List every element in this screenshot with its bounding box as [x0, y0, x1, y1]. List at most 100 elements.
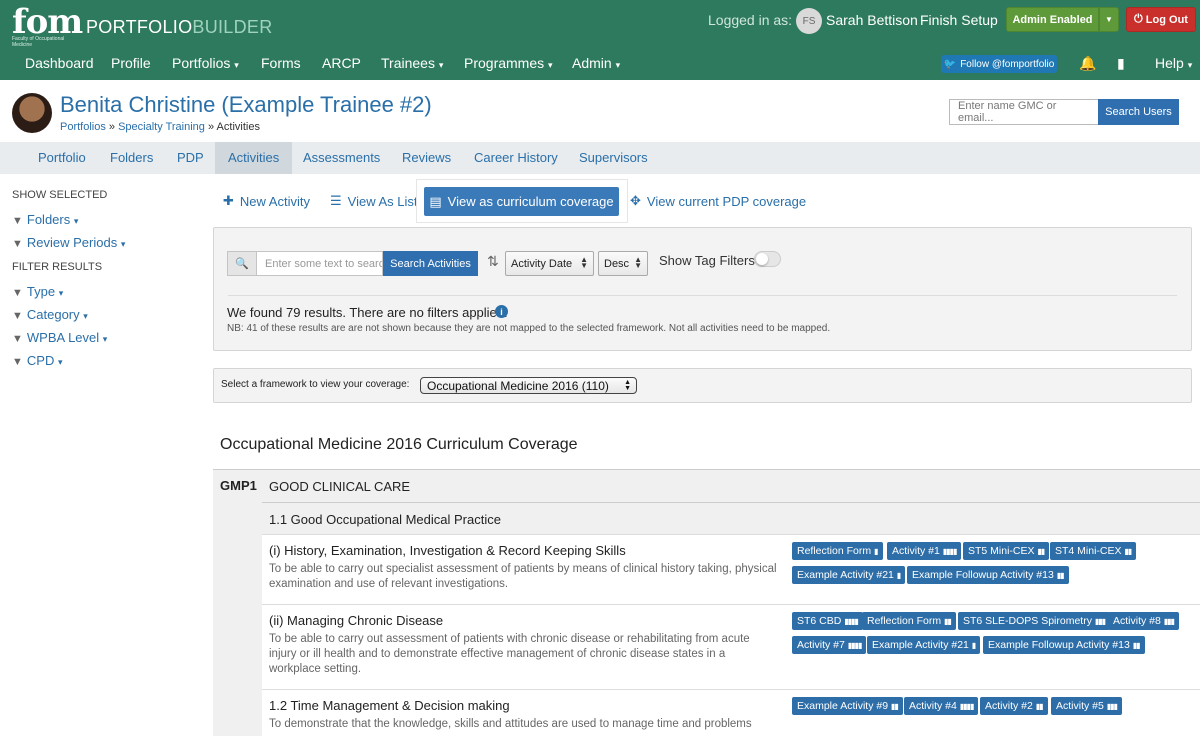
follow-twitter-button[interactable]: 🐦 Follow @fomportfolio	[941, 55, 1057, 73]
activity-badge[interactable]: ST4 Mini-CEX ▮▮	[1050, 542, 1137, 560]
tab-activities[interactable]: Activities	[215, 142, 293, 174]
nav-arcp[interactable]: ARCP	[322, 55, 361, 71]
tab-assessments[interactable]: Assessments	[290, 142, 393, 174]
user-name-link[interactable]: Sarah Bettison	[826, 12, 918, 28]
tag-filters-toggle[interactable]	[754, 251, 781, 267]
new-activity-link[interactable]: ✚ New Activity	[223, 193, 310, 209]
activity-badge[interactable]: Example Followup Activity #13 ▮▮	[907, 566, 1069, 584]
nav-profile[interactable]: Profile	[111, 55, 151, 71]
nav-forms[interactable]: Forms	[261, 55, 301, 71]
tab-pdp[interactable]: PDP	[164, 142, 217, 174]
activity-badge[interactable]: Activity #4 ▮▮▮▮	[904, 697, 979, 715]
level-bars-icon: ▮▮	[891, 701, 899, 711]
breadcrumb-separator: »	[204, 121, 217, 133]
new-activity-label: New Activity	[239, 193, 310, 209]
results-note: NB: 41 of these results are are not show…	[227, 323, 831, 334]
filter-folders[interactable]: ▼ Folders ▾	[12, 212, 78, 227]
gmp-code: GMP1	[220, 478, 257, 493]
activity-badge[interactable]: ST6 CBD ▮▮▮▮	[792, 612, 863, 630]
twitter-icon: 🐦	[943, 58, 957, 70]
sort-field-select[interactable]: Activity Date ▲ ▼	[505, 251, 594, 276]
activity-badge[interactable]: Activity #5 ▮▮▮	[1051, 697, 1123, 715]
activity-badge[interactable]: ST5 Mini-CEX ▮▮	[963, 542, 1050, 560]
filter-review-periods[interactable]: ▼ Review Periods ▾	[12, 235, 125, 250]
filter-cpd[interactable]: ▼ CPD ▾	[12, 353, 63, 368]
nav-portfolios[interactable]: Portfolios ▾	[172, 55, 239, 71]
user-avatar[interactable]: FS	[796, 8, 822, 34]
filter-folders-label: Folders	[26, 212, 71, 227]
bell-icon[interactable]: 🔔	[1079, 55, 1096, 72]
level-bars-icon: ▮▮	[1132, 640, 1141, 650]
level-bars-icon: ▮▮▮▮	[959, 701, 975, 711]
search-activities-input[interactable]: Enter some text to search	[256, 251, 383, 276]
activity-badge[interactable]: Reflection Form ▮▮	[862, 612, 956, 630]
search-users-button[interactable]: Search Users	[1098, 99, 1179, 125]
nav-dashboard[interactable]: Dashboard	[25, 55, 94, 71]
activity-badge[interactable]: Example Activity #21 ▮	[867, 636, 981, 654]
filter-cpd-label: CPD	[26, 353, 55, 368]
sort-order-value: Desc	[604, 257, 630, 270]
activity-badge[interactable]: Activity #1 ▮▮▮▮	[887, 542, 962, 560]
activity-badge[interactable]: Example Activity #21 ▮	[792, 566, 906, 584]
search-activities-button[interactable]: Search Activities	[383, 251, 478, 276]
activity-badge[interactable]: Activity #8 ▮▮▮	[1108, 612, 1180, 630]
admin-enabled-button[interactable]: Admin Enabled	[1006, 7, 1099, 32]
filter-type[interactable]: ▼ Type ▾	[12, 284, 63, 299]
level-bars-icon: ▮▮▮	[1106, 701, 1118, 711]
search-icon[interactable]: 🔍	[227, 251, 257, 276]
view-pdp-coverage-link[interactable]: ✥ View current PDP coverage	[630, 193, 806, 209]
level-bars-icon: ▮	[874, 546, 879, 556]
power-icon: ⏻	[1134, 13, 1146, 25]
tab-portfolio[interactable]: Portfolio	[25, 142, 99, 174]
badge-label: Activity #1	[892, 545, 940, 557]
tab-folders[interactable]: Folders	[97, 142, 166, 174]
filter-category[interactable]: ▼ Category ▾	[12, 307, 88, 322]
nav-help[interactable]: Help ▾	[1155, 55, 1192, 71]
badge-label: Example Activity #9	[797, 700, 889, 712]
crosshair-icon: ✥	[630, 193, 641, 208]
framework-select[interactable]: Occupational Medicine 2016 (110) ▲ ▼	[420, 377, 637, 394]
book-icon[interactable]: ▮	[1117, 55, 1125, 72]
filter-results-heading: FILTER RESULTS	[12, 261, 103, 273]
finish-setup-link[interactable]: Finish Setup	[920, 12, 998, 28]
tab-supervisors[interactable]: Supervisors	[566, 142, 661, 174]
activity-badge[interactable]: Reflection Form ▮	[792, 542, 883, 560]
admin-dropdown-caret[interactable]: ▼	[1099, 7, 1119, 32]
nav-admin[interactable]: Admin ▾	[572, 55, 620, 71]
badge-label: Activity #8	[1113, 615, 1161, 627]
activity-badge[interactable]: Example Activity #9 ▮▮	[792, 697, 903, 715]
badge-label: Activity #7	[797, 639, 845, 651]
activity-badge[interactable]: Activity #2 ▮▮	[980, 697, 1048, 715]
sort-order-select[interactable]: Desc ▲ ▼	[598, 251, 648, 276]
logout-label: Log Out	[1145, 13, 1188, 26]
nav-trainees-label: Trainees	[381, 55, 435, 71]
follow-label: Follow @fomportfolio	[960, 58, 1055, 70]
view-as-list-link[interactable]: ☰ View As List	[330, 193, 418, 209]
activity-badge[interactable]: Activity #7 ▮▮▮▮	[792, 636, 867, 654]
caret-down-icon: ▾	[438, 60, 444, 70]
activity-badge[interactable]: ST6 SLE-DOPS Spirometry ▮▮▮	[958, 612, 1111, 630]
breadcrumb-specialty-training[interactable]: Specialty Training	[118, 121, 205, 133]
caret-down-icon: ▾	[73, 216, 79, 226]
tab-reviews[interactable]: Reviews	[389, 142, 464, 174]
list-icon: ☰	[330, 193, 342, 208]
filter-wpba-label: WPBA Level	[26, 330, 100, 345]
nav-programmes[interactable]: Programmes ▾	[464, 55, 553, 71]
brand-portfolio: PORTFOLIO	[86, 17, 193, 37]
level-bars-icon: ▮▮▮	[1163, 616, 1175, 626]
view-curriculum-coverage-button[interactable]: ▤ View as curriculum coverage	[424, 187, 619, 216]
info-icon[interactable]: i	[495, 305, 508, 318]
activity-badge[interactable]: Example Followup Activity #13 ▮▮	[983, 636, 1145, 654]
level-bars-icon: ▮▮▮	[1094, 616, 1106, 626]
search-users-input[interactable]: Enter name GMC or email...	[949, 99, 1099, 125]
nav-trainees[interactable]: Trainees ▾	[381, 55, 443, 71]
filter-icon: ▼	[12, 356, 23, 368]
level-bars-icon: ▮▮	[1124, 546, 1133, 556]
caret-down-icon: ▾	[548, 60, 553, 70]
tab-career-history[interactable]: Career History	[461, 142, 571, 174]
breadcrumb-portfolios[interactable]: Portfolios	[60, 121, 106, 133]
level-bars-icon: ▮▮	[1056, 570, 1065, 580]
filter-wpba-level[interactable]: ▼ WPBA Level ▾	[12, 330, 107, 345]
logout-button[interactable]: ⏻ Log Out	[1126, 7, 1196, 32]
caret-down-icon: ▾	[58, 288, 64, 298]
